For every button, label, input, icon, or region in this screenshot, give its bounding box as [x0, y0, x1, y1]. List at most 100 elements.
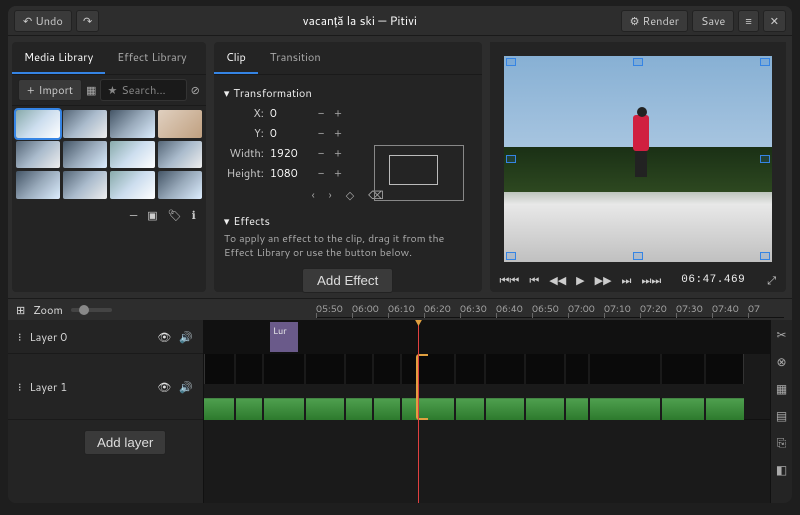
- preview-viewport[interactable]: [490, 42, 786, 268]
- media-thumb[interactable]: [158, 110, 202, 138]
- step-back-icon[interactable]: ◀◀: [549, 272, 566, 288]
- resize-handle[interactable]: [760, 58, 770, 66]
- track-layer-0[interactable]: Lur: [204, 320, 792, 354]
- width-label: Width:: [224, 145, 270, 161]
- media-thumb[interactable]: [158, 141, 202, 169]
- save-button[interactable]: Save: [692, 10, 734, 32]
- next-keyframe-icon[interactable]: ›: [329, 187, 332, 203]
- width-value[interactable]: 1920: [270, 145, 310, 161]
- tab-transition[interactable]: Transition: [258, 42, 333, 74]
- info-icon[interactable]: ℹ: [192, 207, 196, 223]
- ruler-tick: 06:10: [388, 303, 424, 316]
- goto-start-icon[interactable]: ⏮⏮: [500, 272, 520, 288]
- redo-button[interactable]: ↷: [76, 10, 99, 32]
- x-increment[interactable]: +: [334, 105, 342, 121]
- add-layer-button[interactable]: Add layer: [84, 430, 166, 455]
- clip-props-icon[interactable]: ▣: [147, 207, 157, 223]
- group-icon[interactable]: ▦: [776, 380, 787, 397]
- media-thumb[interactable]: [158, 171, 202, 199]
- track-layer-1[interactable]: [204, 354, 792, 420]
- transform-header[interactable]: ▾ Transformation: [224, 85, 472, 101]
- remove-icon[interactable]: —: [130, 207, 137, 223]
- audio-icon[interactable]: 🔊: [179, 379, 193, 395]
- copy-icon[interactable]: ⎘: [777, 434, 787, 451]
- audio-waveform[interactable]: [204, 384, 744, 420]
- add-effect-button[interactable]: Add Effect: [302, 268, 393, 293]
- x-decrement[interactable]: −: [318, 105, 324, 121]
- resize-handle[interactable]: [506, 252, 516, 260]
- y-increment[interactable]: +: [334, 125, 342, 141]
- zoom-slider[interactable]: [71, 308, 112, 312]
- tab-clip[interactable]: Clip: [214, 42, 258, 74]
- timeline-area: ⊞ Zoom 05:50 06:00 06:10 06:20 06:30 06:…: [8, 298, 792, 503]
- tag-icon[interactable]: 🏷: [168, 207, 182, 223]
- search-input[interactable]: ★ Search...: [100, 79, 186, 101]
- media-thumb[interactable]: [63, 141, 107, 169]
- goto-end-icon[interactable]: ⏭⏭: [641, 272, 661, 288]
- effects-header[interactable]: ▾ Effects: [224, 213, 472, 229]
- height-decrement[interactable]: −: [318, 165, 324, 181]
- height-value[interactable]: 1080: [270, 165, 310, 181]
- tab-effect-library[interactable]: Effect Library: [105, 42, 198, 74]
- media-thumb[interactable]: [110, 141, 154, 169]
- layer-name[interactable]: Layer 0: [30, 329, 150, 345]
- tab-media-library[interactable]: Media Library: [12, 42, 105, 74]
- x-value[interactable]: 0: [270, 105, 310, 121]
- view-list-icon[interactable]: ▦: [86, 82, 96, 98]
- visibility-icon[interactable]: 👁: [157, 329, 171, 345]
- timecode-display[interactable]: 06:47.469: [681, 274, 745, 286]
- y-value[interactable]: 0: [270, 125, 310, 141]
- width-decrement[interactable]: −: [318, 145, 324, 161]
- media-thumb[interactable]: [16, 171, 60, 199]
- align-icon[interactable]: ◧: [776, 461, 787, 478]
- media-thumb[interactable]: [63, 110, 107, 138]
- prev-keyframe-icon[interactable]: ‹: [312, 187, 315, 203]
- resize-handle[interactable]: [633, 58, 643, 66]
- media-thumb[interactable]: [16, 141, 60, 169]
- resize-handle[interactable]: [760, 155, 770, 163]
- menu-button[interactable]: ≡: [738, 10, 758, 32]
- effects-label: Effects: [233, 213, 270, 229]
- media-thumb[interactable]: [110, 171, 154, 199]
- step-fwd-icon[interactable]: ▶▶: [595, 272, 612, 288]
- undo-button[interactable]: ↶ Undo: [14, 10, 72, 32]
- time-ruler[interactable]: 05:50 06:00 06:10 06:20 06:30 06:40 06:5…: [316, 302, 784, 318]
- next-frame-icon[interactable]: ⏭: [622, 272, 632, 288]
- resize-handle[interactable]: [506, 58, 516, 66]
- media-thumb[interactable]: [63, 171, 107, 199]
- toggle-keyframe-icon[interactable]: ◇: [346, 187, 354, 203]
- layer-menu-icon[interactable]: ⁝: [18, 379, 22, 395]
- delete-icon[interactable]: ⊗: [776, 353, 786, 370]
- height-increment[interactable]: +: [334, 165, 342, 181]
- layer-menu-icon[interactable]: ⁝: [18, 329, 22, 345]
- render-button[interactable]: ⚙ Render: [621, 10, 688, 32]
- y-decrement[interactable]: −: [318, 125, 324, 141]
- play-icon[interactable]: ▶: [576, 272, 584, 288]
- resize-handle[interactable]: [506, 155, 516, 163]
- import-button[interactable]: + Import: [18, 79, 82, 101]
- resize-handle[interactable]: [760, 252, 770, 260]
- audio-icon[interactable]: 🔊: [179, 329, 193, 345]
- ungroup-icon[interactable]: ▤: [776, 407, 787, 424]
- layer-name[interactable]: Layer 1: [30, 379, 150, 395]
- person-figure: [627, 93, 657, 179]
- visibility-icon[interactable]: 👁: [157, 379, 171, 395]
- ruler-tick: 07:20: [640, 303, 676, 316]
- detach-icon[interactable]: ⤢: [767, 272, 776, 288]
- media-thumb[interactable]: [110, 110, 154, 138]
- video-clip[interactable]: [204, 354, 744, 384]
- timeline-clip[interactable]: Lur: [270, 322, 298, 352]
- undo-icon: ↶: [23, 13, 35, 29]
- tracks-area[interactable]: Lur ✂ ⊗ ▦: [204, 320, 792, 503]
- resize-handle[interactable]: [633, 252, 643, 260]
- width-increment[interactable]: +: [334, 145, 342, 161]
- transform-gizmo[interactable]: [374, 145, 464, 201]
- close-button[interactable]: ✕: [763, 10, 786, 32]
- playhead[interactable]: [418, 320, 419, 503]
- cut-icon[interactable]: ✂: [776, 326, 786, 343]
- zoom-icon: ⊞: [16, 302, 25, 318]
- clear-icon[interactable]: ⊘: [191, 82, 200, 98]
- height-label: Height:: [224, 165, 270, 181]
- media-thumb[interactable]: [16, 110, 60, 138]
- prev-frame-icon[interactable]: ⏮: [529, 272, 539, 288]
